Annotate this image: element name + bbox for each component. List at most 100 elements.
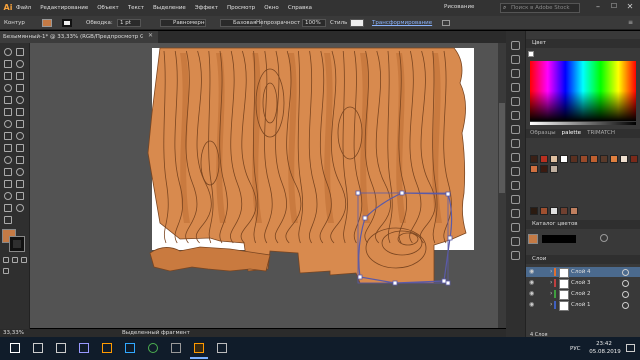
premiere-icon[interactable] [79,343,89,353]
transform-panel-icon[interactable] [511,209,520,218]
type-tool-icon[interactable] [4,84,12,92]
appearance-panel-icon[interactable] [511,167,520,176]
color-panel-icon[interactable] [511,41,520,50]
color-swatch[interactable] [530,155,538,163]
visibility-eye-icon[interactable]: ◉ [529,290,534,297]
magic-wand-tool-icon[interactable] [4,60,12,68]
stroke-swatch[interactable] [62,19,72,27]
document-tab[interactable]: Безымянный-1* @ 33,33% (RGB/Предпросмотр… [0,31,158,43]
vertical-scrollbar[interactable] [498,43,506,328]
brushes-panel-icon[interactable] [511,83,520,92]
menu-item[interactable]: Справка [288,4,312,14]
curvature-tool-icon[interactable] [16,72,24,80]
expand-arrow-icon[interactable]: › [550,301,552,308]
gradient-tool-icon[interactable] [4,168,12,176]
color-swatch[interactable] [540,207,548,215]
menu-item[interactable]: Объект [97,4,119,14]
transform-link[interactable]: Трансформирование [372,19,434,27]
illustrator-active-icon[interactable] [194,343,204,353]
perspective-tool-icon[interactable] [4,156,12,164]
color-swatch[interactable] [530,207,538,215]
canvas-area[interactable] [30,43,498,328]
color-swatch[interactable] [600,155,608,163]
stroke-panel-icon[interactable] [511,125,520,134]
panel-menu-icon[interactable]: ≡ [628,19,636,27]
color-swatch[interactable] [570,207,578,215]
settings-icon[interactable] [217,343,227,353]
fill-swatch[interactable] [42,19,52,27]
guide-harmony-bar[interactable] [542,235,576,243]
color-swatch[interactable] [570,155,578,163]
close-icon[interactable]: ✕ [624,2,636,14]
menu-item[interactable]: Просмотр [227,4,255,14]
selection-tool-icon[interactable] [4,48,12,56]
swatch-tab[interactable]: palette [562,129,581,138]
anchor-point[interactable] [441,278,447,284]
color-swatch[interactable] [560,207,568,215]
stroke-weight-field[interactable]: 1 pt [117,19,141,27]
visibility-eye-icon[interactable]: ◉ [529,279,534,286]
swatch-tab[interactable]: TRIMATCH [587,129,615,138]
eyedropper-tool-icon[interactable] [16,168,24,176]
layer-target-icon[interactable] [622,302,629,309]
grayscale-ramp[interactable] [530,122,636,125]
color-swatch[interactable] [610,155,618,163]
color-swatch[interactable] [540,165,548,173]
expand-arrow-icon[interactable]: › [550,279,552,286]
layer-target-icon[interactable] [622,291,629,298]
mesh-tool-icon[interactable] [16,156,24,164]
swatches-panel-icon[interactable] [511,69,520,78]
clock-date[interactable]: 05.08.2019 [588,348,622,356]
scale-tool-icon[interactable] [4,132,12,140]
color-swatch[interactable] [550,207,558,215]
zoom-field[interactable]: 33,33% [3,329,27,337]
draw-inside-icon[interactable] [21,257,27,263]
expand-arrow-icon[interactable]: › [550,268,552,275]
tab-close-icon[interactable]: ✕ [148,32,153,39]
swatch-tab[interactable]: Образцы [530,129,556,138]
start-icon[interactable] [10,343,20,353]
anchor-point[interactable] [355,190,361,196]
layer-target-icon[interactable] [622,269,629,276]
menu-item[interactable]: Редактирование [40,4,88,14]
artwork[interactable] [30,43,498,328]
pen-tool-icon[interactable] [4,72,12,80]
color-swatch[interactable] [630,155,638,163]
zoom-tool-icon[interactable] [4,216,12,224]
blend-tool-icon[interactable] [4,180,12,188]
lasso-tool-icon[interactable] [16,60,24,68]
links-panel-icon[interactable] [511,251,520,260]
color-swatch[interactable] [560,155,568,163]
pathfinder-panel-icon[interactable] [511,195,520,204]
anchor-point[interactable] [362,215,368,221]
draw-behind-icon[interactable] [12,257,18,263]
shape-builder-tool-icon[interactable] [16,144,24,152]
align-icon[interactable] [442,20,450,26]
layer-row[interactable]: ◉ › Слой 4 [526,267,640,278]
slice-tool-icon[interactable] [4,204,12,212]
draw-normal-icon[interactable] [3,257,9,263]
scroll-thumb[interactable] [499,103,505,193]
graph-tool-icon[interactable] [4,192,12,200]
task-view-icon[interactable] [56,343,66,353]
layer-row[interactable]: ◉ › Слой 2 [526,289,640,300]
visibility-eye-icon[interactable]: ◉ [529,301,534,308]
paintbrush-tool-icon[interactable] [16,96,24,104]
guide-base-swatch[interactable] [528,234,538,244]
stroke-color-box[interactable] [9,236,25,252]
screen-mode-icon[interactable] [3,268,9,274]
width-tool-icon[interactable] [16,132,24,140]
pencil-tool-icon[interactable] [4,108,12,116]
guide-menu-icon[interactable] [600,234,608,242]
artboard-tool-icon[interactable] [16,192,24,200]
anchor-point[interactable] [447,235,453,241]
clock-time[interactable]: 23:42 [592,340,616,348]
anchor-point[interactable] [445,280,451,286]
anchor-point[interactable] [357,274,363,280]
chrome-icon[interactable] [148,343,158,353]
color-fill-mini[interactable] [528,51,534,57]
rectangle-tool-icon[interactable] [4,96,12,104]
menu-item[interactable]: Текст [128,4,144,14]
illustrator-icon[interactable] [102,343,112,353]
color-swatch[interactable] [590,155,598,163]
